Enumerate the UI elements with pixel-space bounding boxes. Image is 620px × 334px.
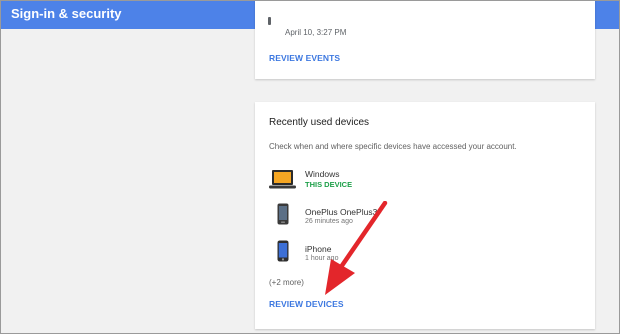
page-title: Sign-in & security bbox=[11, 6, 122, 21]
event-device-icon bbox=[268, 17, 271, 25]
card-description: Check when and where specific devices ha… bbox=[269, 142, 517, 151]
card-title: Recently used devices bbox=[269, 117, 370, 128]
recent-events-card: April 10, 3:27 PM REVIEW EVENTS bbox=[255, 1, 595, 79]
more-devices-count: (+2 more) bbox=[269, 278, 304, 287]
device-name-windows: Windows bbox=[305, 169, 340, 179]
event-date: April 10, 3:27 PM bbox=[285, 28, 347, 37]
this-device-badge: THIS DEVICE bbox=[305, 180, 353, 189]
recently-used-devices-card: Recently used devices Check when and whe… bbox=[255, 102, 595, 329]
iphone-icon bbox=[277, 240, 289, 262]
app-frame: Sign-in & security April 10, 3:27 PM REV… bbox=[0, 0, 620, 334]
laptop-icon bbox=[269, 170, 296, 189]
annotation-arrow-icon bbox=[325, 201, 388, 295]
android-phone-icon bbox=[277, 203, 289, 225]
review-events-link[interactable]: REVIEW EVENTS bbox=[269, 53, 340, 63]
